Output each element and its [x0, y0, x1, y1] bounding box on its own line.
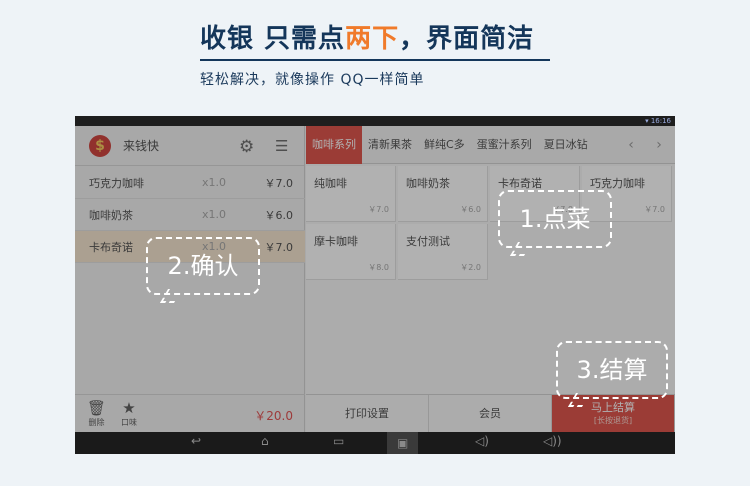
- order-toolbar: 🗑 删除 ★ 口味 ￥20.0: [75, 394, 305, 432]
- order-item-price: ￥7.0: [264, 176, 294, 190]
- order-item-name: 咖啡奶茶: [89, 208, 133, 222]
- app-name: 来钱快: [123, 139, 160, 153]
- callout-text: 1.点菜: [519, 205, 591, 233]
- order-item-qty: x1.0: [202, 176, 227, 189]
- tab-coffee[interactable]: 咖啡系列: [306, 126, 362, 164]
- callout-step-2: 2.确认: [146, 237, 260, 303]
- order-item-name: 卡布奇诺: [89, 240, 133, 254]
- product-tile[interactable]: 支付测试 ￥2.0: [398, 224, 488, 280]
- tab-fruit-tea[interactable]: 清新果茶: [362, 126, 418, 164]
- chevron-right-icon[interactable]: ›: [647, 126, 671, 164]
- app-logo: $: [89, 134, 111, 157]
- tab-summer-ice[interactable]: 夏日冰钻: [538, 126, 594, 164]
- system-nav-bar: ↩ ⌂ ▭ ▣ ◁) ◁)): [75, 432, 675, 454]
- callout-step-1: 1.点菜: [498, 190, 612, 256]
- category-tabs: 咖啡系列 清新果茶 鲜纯C多 蛋蜜汁系列 夏日冰钻 ‹ ›: [306, 126, 675, 164]
- title-part-1: 收银 只需点: [200, 24, 346, 54]
- volume-down-icon[interactable]: ◁): [475, 434, 489, 448]
- star-icon: ★: [122, 399, 136, 417]
- product-price: ￥7.0: [368, 205, 389, 214]
- member-button[interactable]: 会员: [429, 395, 552, 433]
- product-price: ￥8.0: [368, 263, 389, 272]
- order-item-qty: x1.0: [202, 208, 227, 221]
- flavor-label: 口味: [121, 418, 137, 427]
- gear-icon[interactable]: ⚙: [239, 137, 254, 157]
- product-price: ￥7.0: [644, 205, 665, 214]
- print-settings-button[interactable]: 打印设置: [306, 395, 429, 433]
- order-item-name: 巧克力咖啡: [89, 176, 144, 190]
- title-accent: 两下: [345, 24, 400, 54]
- promo-headline: 收银 只需点两下，界面简洁 轻松解决，就像操作 QQ一样简单: [200, 18, 560, 89]
- app-header: $ 来钱快 ⚙ ☰: [75, 126, 304, 166]
- product-name: 纯咖啡: [314, 177, 347, 190]
- product-name: 巧克力咖啡: [590, 177, 645, 190]
- headline-subtitle: 轻松解决，就像操作 QQ一样简单: [200, 72, 425, 88]
- home-icon[interactable]: ⌂: [261, 434, 269, 448]
- product-price: ￥2.0: [460, 263, 481, 272]
- order-total: ￥20.0: [254, 409, 293, 423]
- order-row[interactable]: 咖啡奶茶 x1.0 ￥6.0: [75, 199, 305, 231]
- checkout-hint: [长按退货]: [593, 416, 633, 425]
- back-icon[interactable]: ↩: [191, 434, 201, 448]
- headline-title: 收银 只需点两下，界面简洁: [200, 18, 560, 55]
- volume-up-icon[interactable]: ◁)): [543, 434, 562, 448]
- product-name: 卡布奇诺: [498, 177, 542, 190]
- product-price: ￥6.0: [460, 205, 481, 214]
- tab-vitamin-c[interactable]: 鲜纯C多: [418, 126, 471, 164]
- screenshot-icon[interactable]: ▣: [387, 432, 419, 454]
- product-name: 支付测试: [406, 235, 450, 248]
- trash-icon: 🗑: [87, 399, 107, 417]
- list-icon[interactable]: ☰: [275, 137, 288, 155]
- chevron-left-icon[interactable]: ‹: [619, 126, 643, 164]
- callout-text: 3.结算: [576, 356, 648, 384]
- delete-button[interactable]: 🗑 删除: [87, 399, 106, 428]
- headline-rule: [200, 59, 550, 61]
- product-tile[interactable]: 咖啡奶茶 ￥6.0: [398, 166, 488, 222]
- order-row[interactable]: 巧克力咖啡 x1.0 ￥7.0: [75, 167, 305, 199]
- callout-text: 2.确认: [167, 252, 239, 280]
- action-bar: 打印设置 会员 马上结算 [长按退货]: [306, 394, 675, 433]
- status-bar: ▾ 16:16: [75, 116, 675, 126]
- flavor-button[interactable]: ★ 口味: [121, 399, 137, 428]
- product-name: 摩卡咖啡: [314, 235, 358, 248]
- order-item-price: ￥7.0: [264, 240, 294, 254]
- tab-egg-juice[interactable]: 蛋蜜汁系列: [471, 126, 538, 164]
- callout-step-3: 3.结算: [556, 341, 668, 407]
- title-part-2: ，界面简洁: [399, 24, 535, 54]
- status-time: 16:16: [650, 117, 671, 125]
- product-tile[interactable]: 纯咖啡 ￥7.0: [306, 166, 396, 222]
- order-item-price: ￥6.0: [264, 208, 294, 222]
- recent-apps-icon[interactable]: ▭: [333, 434, 344, 448]
- delete-label: 删除: [88, 418, 105, 427]
- product-name: 咖啡奶茶: [406, 177, 450, 190]
- product-tile[interactable]: 摩卡咖啡 ￥8.0: [306, 224, 396, 280]
